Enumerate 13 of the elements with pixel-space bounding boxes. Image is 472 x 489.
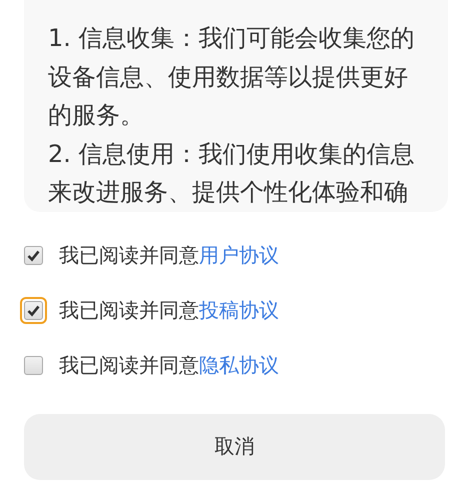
cancel-button[interactable]: 取消 [24, 414, 445, 480]
checkbox[interactable] [24, 246, 43, 265]
consent-label: 我已阅读并同意投稿协议 [59, 297, 279, 324]
consent-label: 我已阅读并同意用户协议 [59, 242, 279, 269]
agreement-link[interactable]: 隐私协议 [199, 353, 279, 377]
agreement-paragraph: 2. 信息使用：我们使用收集的信息来改进服务、提供个性化体验和确 [48, 138, 416, 208]
agreement-link[interactable]: 投稿协议 [199, 298, 279, 322]
consent-label: 我已阅读并同意隐私协议 [59, 352, 279, 379]
agreement-paragraph: 1. 信息收集：我们可能会收集您的设备信息、使用数据等以提供更好的服务。 [48, 23, 416, 131]
check-icon [27, 304, 40, 317]
agreement-link[interactable]: 用户协议 [199, 243, 279, 267]
check-icon [27, 249, 40, 262]
checkbox[interactable] [24, 356, 43, 375]
